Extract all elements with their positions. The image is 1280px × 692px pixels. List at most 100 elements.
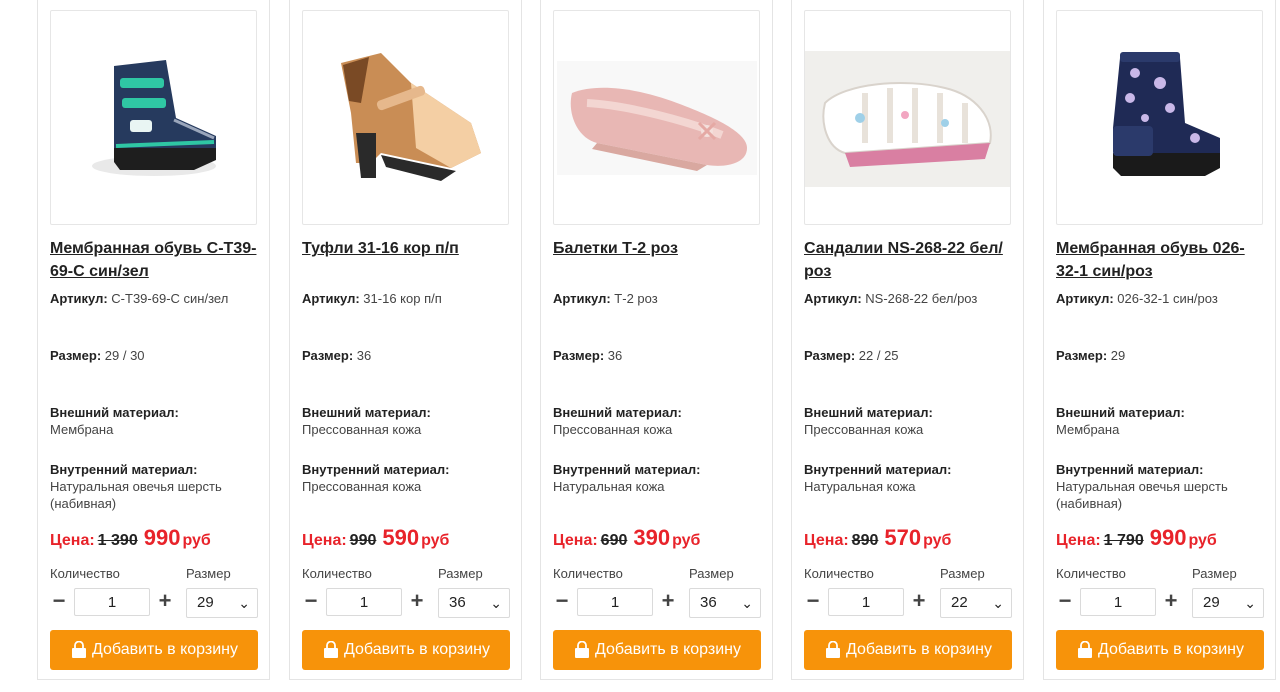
plus-icon[interactable]: + xyxy=(908,587,930,617)
product-title-link[interactable]: Мембранная обувь 026-32-1 син/роз xyxy=(1056,237,1266,283)
quantity-label: Количество xyxy=(804,566,874,581)
size-select-label: Размер xyxy=(940,566,985,581)
product-title-link[interactable]: Мембранная обувь С-Т39-69-С син/зел xyxy=(50,237,260,283)
chevron-down-icon: ⌄ xyxy=(1244,595,1256,611)
winter-boot-image xyxy=(1112,51,1220,176)
size-select[interactable]: 29 ⌄ xyxy=(1192,588,1264,618)
add-to-cart-button[interactable]: Добавить в корзину xyxy=(50,630,258,670)
quantity-stepper: − + xyxy=(802,587,925,617)
product-image[interactable] xyxy=(804,10,1011,225)
size-select[interactable]: 36 ⌄ xyxy=(438,588,510,618)
size-select[interactable]: 29 ⌄ xyxy=(186,588,258,618)
chevron-down-icon: ⌄ xyxy=(238,595,250,611)
minus-icon[interactable]: − xyxy=(802,587,824,617)
product-image[interactable] xyxy=(50,10,257,225)
product-outer-material: Внешний материал: Прессованная кожа xyxy=(302,405,431,437)
product-price: Цена: 990 590 руб xyxy=(302,525,450,550)
product-article: Артикул: Т-2 роз xyxy=(553,291,658,306)
sandal-image xyxy=(805,50,1010,187)
product-price: Цена: 1 390 990 руб xyxy=(50,525,211,550)
product-inner-material: Внутренний материал: Прессованная кожа xyxy=(302,462,450,494)
quantity-input[interactable] xyxy=(326,588,402,616)
product-title-link[interactable]: Балетки Т-2 роз xyxy=(553,237,763,260)
quantity-input[interactable] xyxy=(74,588,150,616)
shopping-bag-icon xyxy=(70,641,88,659)
add-to-cart-button[interactable]: Добавить в корзину xyxy=(804,630,1012,670)
product-article: Артикул: 026-32-1 син/роз xyxy=(1056,291,1218,306)
product-inner-material: Внутренний материал: Натуральная овечья ш… xyxy=(50,462,222,511)
new-price: 990 xyxy=(143,525,181,550)
quantity-input[interactable] xyxy=(1080,588,1156,616)
product-image[interactable] xyxy=(553,10,760,225)
product-article: Артикул: 31-16 кор п/п xyxy=(302,291,442,306)
size-select-label: Размер xyxy=(186,566,231,581)
old-price: 690 xyxy=(600,532,628,549)
size-select-label: Размер xyxy=(1192,566,1237,581)
chevron-down-icon: ⌄ xyxy=(741,595,753,611)
old-price: 990 xyxy=(349,532,377,549)
plus-icon[interactable]: + xyxy=(1160,587,1182,617)
quantity-input[interactable] xyxy=(577,588,653,616)
heeled-shoe-image xyxy=(340,52,481,181)
quantity-label: Количество xyxy=(302,566,372,581)
ballet-flat-image xyxy=(556,60,757,175)
plus-icon[interactable]: + xyxy=(657,587,679,617)
minus-icon[interactable]: − xyxy=(551,587,573,617)
new-price: 990 xyxy=(1149,525,1187,550)
product-inner-material: Внутренний материал: Натуральная кожа xyxy=(804,462,952,494)
product-card: Мембранная обувь 026-32-1 син/роз Артику… xyxy=(1043,0,1276,680)
size-select-label: Размер xyxy=(689,566,734,581)
chevron-down-icon: ⌄ xyxy=(992,595,1004,611)
product-card: Балетки Т-2 роз Артикул: Т-2 роз Размер:… xyxy=(540,0,773,680)
product-outer-material: Внешний материал: Мембрана xyxy=(1056,405,1185,437)
size-select-label: Размер xyxy=(438,566,483,581)
old-price: 1 790 xyxy=(1103,532,1144,549)
product-title-link[interactable]: Туфли 31-16 кор п/п xyxy=(302,237,512,260)
shopping-bag-icon xyxy=(322,641,340,659)
product-size: Размер: 36 xyxy=(302,348,372,363)
product-outer-material: Внешний материал: Мембрана xyxy=(50,405,179,437)
product-outer-material: Внешний материал: Прессованная кожа xyxy=(804,405,933,437)
product-price: Цена: 890 570 руб xyxy=(804,525,952,550)
new-price: 390 xyxy=(633,525,671,550)
product-article: Артикул: С-Т39-69-С син/зел xyxy=(50,291,229,306)
product-article: Артикул: NS-268-22 бел/роз xyxy=(804,291,978,306)
add-to-cart-button[interactable]: Добавить в корзину xyxy=(553,630,761,670)
product-outer-material: Внешний материал: Прессованная кожа xyxy=(553,405,682,437)
chevron-down-icon: ⌄ xyxy=(490,595,502,611)
product-card: Туфли 31-16 кор п/п Артикул: 31-16 кор п… xyxy=(289,0,522,680)
new-price: 570 xyxy=(884,525,922,550)
old-price: 890 xyxy=(851,532,879,549)
product-price: Цена: 690 390 руб xyxy=(553,525,701,550)
product-image[interactable] xyxy=(302,10,509,225)
product-title-link[interactable]: Сандалии NS-268-22 бел/роз xyxy=(804,237,1014,283)
quantity-stepper: − + xyxy=(551,587,674,617)
quantity-label: Количество xyxy=(553,566,623,581)
minus-icon[interactable]: − xyxy=(300,587,322,617)
shopping-bag-icon xyxy=(573,641,591,659)
product-inner-material: Внутренний материал: Натуральная овечья ш… xyxy=(1056,462,1228,511)
add-to-cart-button[interactable]: Добавить в корзину xyxy=(1056,630,1264,670)
product-image[interactable] xyxy=(1056,10,1263,225)
product-size: Размер: 29 / 30 xyxy=(50,348,145,363)
quantity-stepper: − + xyxy=(1054,587,1177,617)
plus-icon[interactable]: + xyxy=(154,587,176,617)
minus-icon[interactable]: − xyxy=(48,587,70,617)
product-inner-material: Внутренний материал: Натуральная кожа xyxy=(553,462,701,494)
quantity-label: Количество xyxy=(50,566,120,581)
shopping-bag-icon xyxy=(1076,641,1094,659)
size-select[interactable]: 22 ⌄ xyxy=(940,588,1012,618)
quantity-stepper: − + xyxy=(300,587,423,617)
quantity-stepper: − + xyxy=(48,587,171,617)
minus-icon[interactable]: − xyxy=(1054,587,1076,617)
product-size: Размер: 29 xyxy=(1056,348,1126,363)
quantity-input[interactable] xyxy=(828,588,904,616)
winter-boot-image xyxy=(91,59,216,176)
old-price: 1 390 xyxy=(97,532,138,549)
new-price: 590 xyxy=(382,525,420,550)
add-to-cart-button[interactable]: Добавить в корзину xyxy=(302,630,510,670)
product-size: Размер: 36 xyxy=(553,348,623,363)
product-size: Размер: 22 / 25 xyxy=(804,348,899,363)
plus-icon[interactable]: + xyxy=(406,587,428,617)
size-select[interactable]: 36 ⌄ xyxy=(689,588,761,618)
